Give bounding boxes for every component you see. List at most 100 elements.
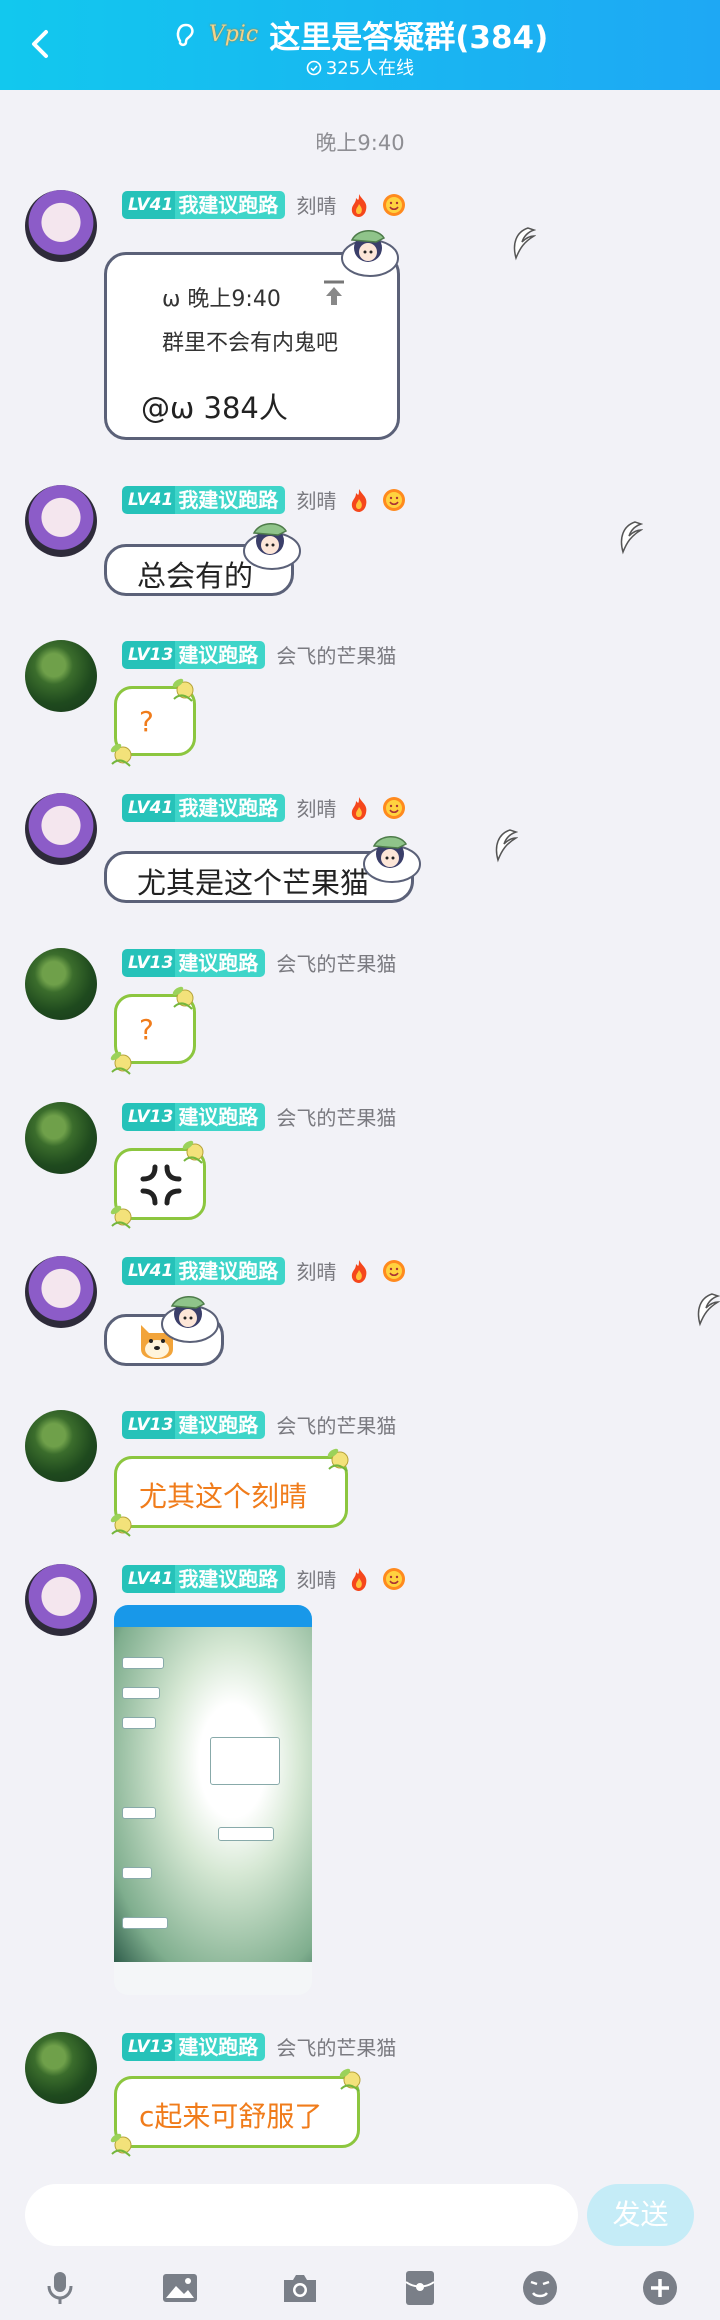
sender-meta: LV13 建议跑路 会飞的芒果猫 <box>122 1102 396 1132</box>
level-badge: LV13 <box>122 1102 180 1131</box>
sender-name[interactable]: 会飞的芒果猫 <box>276 2032 396 2061</box>
text-message-bubble[interactable]: c起来可舒服了 <box>114 2076 360 2148</box>
feather-icon <box>495 829 517 861</box>
level-badge: LV41 <box>122 793 180 822</box>
smile-icon <box>382 796 405 819</box>
title-tag: 我建议跑路 <box>175 793 286 822</box>
title-tag: 我建议跑路 <box>175 1564 286 1593</box>
message-text: 尤其是这个芒果猫 <box>137 866 370 900</box>
sender-meta: LV41 我建议跑路 刻晴 <box>122 190 407 220</box>
flower-decoration-icon <box>108 1049 132 1075</box>
image-message[interactable] <box>114 1605 312 1995</box>
online-status-icon <box>306 60 322 76</box>
flower-decoration-icon <box>337 2066 361 2092</box>
red-packet-icon[interactable] <box>400 2268 440 2308</box>
chibi-decoration-icon <box>161 1295 219 1343</box>
sender-meta: LV13 建议跑路 会飞的芒果猫 <box>122 948 396 978</box>
title-tag: 我建议跑路 <box>175 485 286 514</box>
sender-name[interactable]: 刻晴 <box>296 793 336 822</box>
sender-name[interactable]: 刻晴 <box>296 1256 336 1285</box>
chibi-decoration-icon <box>243 522 301 570</box>
message-text: 总会有的 <box>137 559 254 593</box>
send-button[interactable]: 发送 <box>587 2184 694 2246</box>
message-row: LV13 建议跑路 会飞的芒果猫 ? <box>0 948 720 1078</box>
sender-meta: LV41 我建议跑路 刻晴 <box>122 1256 407 1286</box>
camera-icon[interactable] <box>280 2268 320 2308</box>
screenshot-image <box>114 1627 312 1962</box>
message-row: LV13 建议跑路 会飞的芒果猫 c起来可舒服了 <box>0 2032 720 2162</box>
sender-name[interactable]: 刻晴 <box>296 485 336 514</box>
chat-title[interactable]: 这里是答疑群(384) <box>269 20 548 56</box>
title-tag: 建议跑路 <box>175 1102 266 1131</box>
chibi-decoration-icon <box>341 229 399 277</box>
message-row: LV41 我建议跑路 刻晴 <box>0 1256 720 1376</box>
avatar[interactable] <box>25 793 97 865</box>
avatar[interactable] <box>25 190 97 262</box>
quote-message-bubble[interactable]: ω 晚上9:40 群里不会有内鬼吧 @ω 384人 <box>104 252 400 440</box>
flower-decoration-icon <box>180 1138 204 1164</box>
flower-decoration-icon <box>108 1511 132 1537</box>
quote-source: ω 晚上9:40 <box>162 287 281 312</box>
avatar[interactable] <box>25 1410 97 1482</box>
sender-name[interactable]: 会飞的芒果猫 <box>276 1410 396 1439</box>
avatar[interactable] <box>25 1256 97 1328</box>
smile-icon <box>382 1567 405 1590</box>
fire-icon <box>351 1259 366 1283</box>
sender-name[interactable]: 刻晴 <box>296 1564 336 1593</box>
message-text: 尤其这个刻晴 <box>139 1480 308 1513</box>
fire-icon <box>351 488 366 512</box>
flower-decoration-icon <box>170 984 194 1010</box>
smile-icon <box>382 488 405 511</box>
input-area: 发送 <box>0 2170 720 2320</box>
flower-decoration-icon <box>108 2131 132 2157</box>
flower-decoration-icon <box>108 1203 132 1229</box>
flower-decoration-icon <box>108 741 132 767</box>
message-input[interactable] <box>25 2184 578 2246</box>
vip-badge: Vpic <box>208 22 259 47</box>
sender-name[interactable]: 刻晴 <box>296 190 336 219</box>
message-row: LV41 我建议跑路 刻晴 <box>0 1564 720 2004</box>
title-tag: 建议跑路 <box>175 1410 266 1439</box>
flower-decoration-icon <box>325 1446 349 1472</box>
jump-to-top-icon[interactable] <box>321 279 347 307</box>
title-tag: 我建议跑路 <box>175 1256 286 1285</box>
plus-icon[interactable] <box>640 2268 680 2308</box>
level-badge: LV13 <box>122 948 180 977</box>
feather-icon <box>697 1293 719 1325</box>
sender-name[interactable]: 会飞的芒果猫 <box>276 948 396 977</box>
avatar[interactable] <box>25 2032 97 2104</box>
title-tag: 我建议跑路 <box>175 190 286 219</box>
fire-icon <box>351 796 366 820</box>
mention-text: @ω 384人 <box>141 391 288 425</box>
text-message-bubble[interactable]: 尤其这个刻晴 <box>114 1456 348 1528</box>
message-row: LV41 我建议跑路 刻晴 总会有的 <box>0 485 720 596</box>
sender-name[interactable]: 会飞的芒果猫 <box>276 1102 396 1131</box>
sender-name[interactable]: 会飞的芒果猫 <box>276 640 396 669</box>
sender-meta: LV13 建议跑路 会飞的芒果猫 <box>122 640 396 670</box>
avatar[interactable] <box>25 640 97 712</box>
emoji-icon[interactable] <box>520 2268 560 2308</box>
flower-decoration-icon <box>170 676 194 702</box>
microphone-icon[interactable] <box>40 2268 80 2308</box>
online-count: 325人在线 <box>0 54 720 80</box>
avatar[interactable] <box>25 1102 97 1174</box>
message-text: ? <box>139 705 154 738</box>
chat-header: Vpic 这里是答疑群(384) 325人在线 <box>0 0 720 90</box>
message-text: ? <box>139 1013 154 1046</box>
image-icon[interactable] <box>160 2268 200 2308</box>
sender-meta: LV41 我建议跑路 刻晴 <box>122 793 407 823</box>
smile-icon <box>382 193 405 216</box>
chibi-decoration-icon <box>363 835 421 883</box>
feather-icon <box>620 521 642 553</box>
level-badge: LV41 <box>122 1256 180 1285</box>
avatar[interactable] <box>25 1564 97 1636</box>
feather-icon <box>513 227 535 259</box>
level-badge: LV13 <box>122 1410 180 1439</box>
message-row: LV13 建议跑路 会飞的芒果猫 尤其这个刻晴 <box>0 1410 720 1540</box>
ear-icon <box>176 23 194 46</box>
avatar[interactable] <box>25 948 97 1020</box>
title-tag: 建议跑路 <box>175 640 266 669</box>
level-badge: LV41 <box>122 1564 180 1593</box>
avatar[interactable] <box>25 485 97 557</box>
anger-symbol-icon <box>140 1164 182 1206</box>
